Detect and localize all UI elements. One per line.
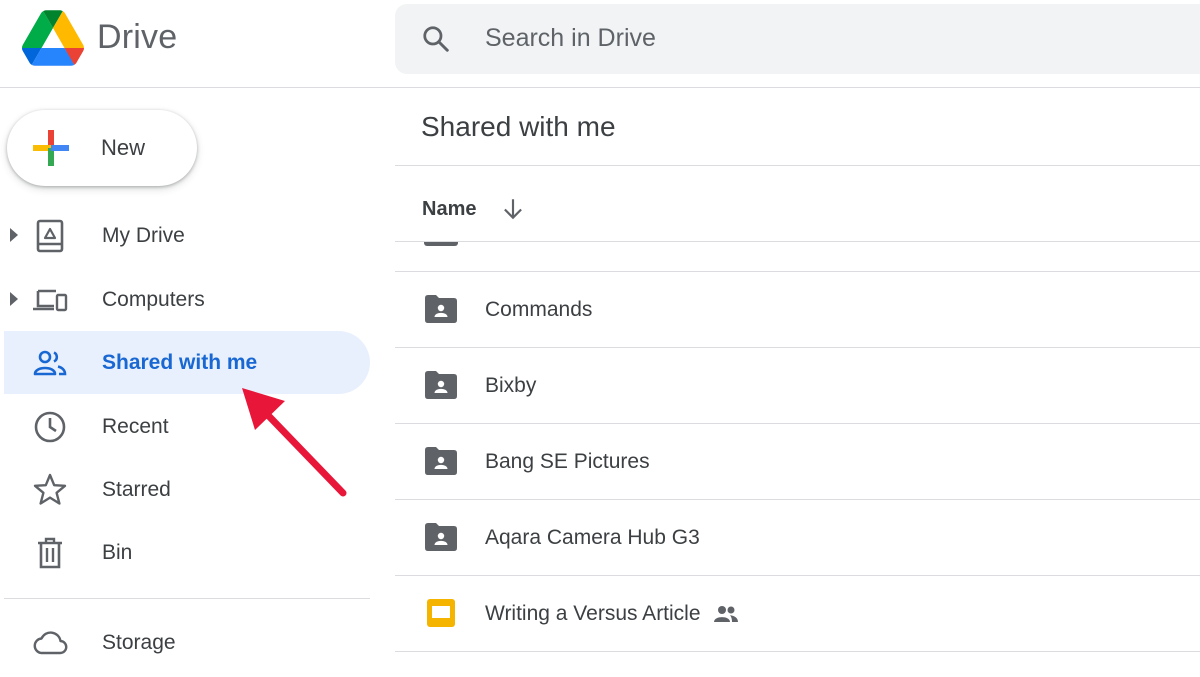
sidebar-divider [4, 598, 370, 599]
new-button-label: New [101, 135, 146, 160]
column-header-name[interactable]: Name [422, 198, 476, 221]
sidebar-item-label: Recent [102, 415, 169, 438]
file-row-writing-a-versus-article[interactable]: Writing a Versus Article [395, 576, 1200, 652]
shared-people-icon [33, 350, 67, 376]
title-divider [395, 165, 1200, 166]
search-input[interactable]: Search in Drive [485, 24, 656, 53]
top-bar: Drive Search in Drive [0, 0, 1200, 88]
file-name: Aqara Camera Hub G3 [485, 526, 700, 549]
expand-caret-icon[interactable] [10, 228, 18, 242]
sidebar-item-computers[interactable]: Computers [4, 268, 370, 331]
star-icon [33, 473, 67, 505]
file-row-bang-se-pictures[interactable]: Bang SE Pictures [395, 424, 1200, 500]
shared-folder-icon [425, 295, 457, 323]
search-bar[interactable]: Search in Drive [395, 4, 1200, 74]
sidebar-item-storage[interactable]: Storage [4, 611, 370, 674]
sidebar-item-label: Starred [102, 478, 171, 501]
computers-icon [33, 289, 68, 312]
file-name: Bixby [485, 374, 537, 397]
partially-scrolled-row [395, 242, 1200, 272]
file-name: Commands [485, 298, 593, 321]
sort-arrow-down-icon[interactable] [500, 196, 526, 222]
sidebar-item-bin[interactable]: Bin [4, 521, 370, 584]
shared-folder-icon [425, 447, 457, 475]
sidebar-item-label: My Drive [102, 224, 185, 247]
shared-folder-icon [425, 371, 457, 399]
expand-caret-icon[interactable] [10, 292, 18, 306]
shared-users-icon [714, 606, 738, 622]
search-icon[interactable] [421, 24, 451, 54]
file-row-commands[interactable]: Commands [395, 272, 1200, 348]
shared-folder-icon [425, 523, 457, 551]
file-name: Writing a Versus Article [485, 602, 701, 625]
drive-logo-icon[interactable] [22, 10, 84, 66]
sidebar-item-label: Bin [102, 541, 133, 564]
my-drive-icon [36, 219, 64, 253]
file-name: Bang SE Pictures [485, 450, 650, 473]
file-row-aqara-camera-hub-g3[interactable]: Aqara Camera Hub G3 [395, 500, 1200, 576]
file-row-bixby[interactable]: Bixby [395, 348, 1200, 424]
clock-icon [34, 411, 66, 443]
slides-file-icon [427, 599, 455, 627]
sidebar-item-my-drive[interactable]: My Drive [4, 204, 370, 267]
page-title: Shared with me [421, 111, 616, 142]
annotation-arrow-icon [242, 388, 347, 497]
app-brand-name: Drive [97, 18, 178, 56]
folder-icon [424, 242, 458, 246]
sidebar-item-label: Shared with me [102, 351, 258, 374]
new-button[interactable]: New [7, 110, 197, 186]
sidebar-item-label: Computers [102, 288, 205, 311]
trash-icon [38, 537, 62, 569]
sidebar-item-label: Storage [102, 631, 176, 654]
plus-icon [33, 130, 69, 166]
cloud-icon [33, 631, 68, 655]
